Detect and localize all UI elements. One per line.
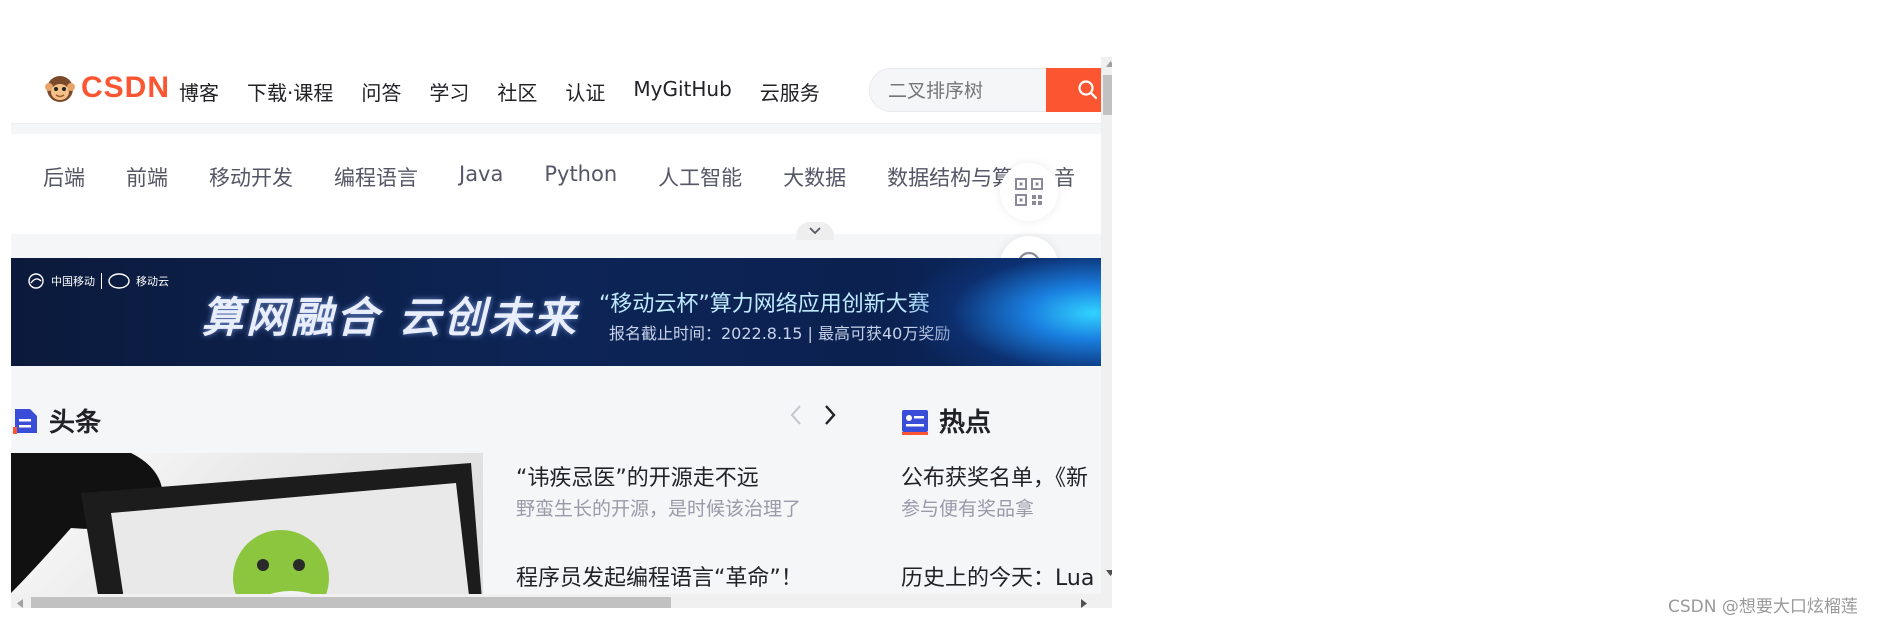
headlines-title: 头条 xyxy=(49,408,102,438)
banner-brand: 中国移动 移动云 xyxy=(27,272,169,290)
horizontal-scrollbar-thumb[interactable] xyxy=(31,597,671,608)
nav-item-blog[interactable]: 博客 xyxy=(179,77,219,106)
scroll-up-arrow-icon[interactable] xyxy=(1106,61,1112,67)
vertical-scrollbar-thumb[interactable] xyxy=(1103,75,1112,115)
headline-item-title[interactable]: 程序员发起编程语言“革命”！ xyxy=(516,560,803,592)
scroll-right-arrow-icon[interactable] xyxy=(1081,599,1087,608)
category-list: 后端 前端 移动开发 编程语言 Java Python 人工智能 大数据 数据结… xyxy=(43,162,1112,192)
headline-item-subtitle: 野蛮生长的开源，是时候该治理了 xyxy=(516,498,802,520)
hot-list-icon xyxy=(902,409,928,435)
search-input[interactable] xyxy=(886,77,1040,105)
category-languages[interactable]: 编程语言 xyxy=(334,162,418,192)
banner-title: “移动云杯”算力网络应用创新大赛 xyxy=(599,292,930,317)
category-backend[interactable]: 后端 xyxy=(43,162,85,192)
5g-logo-icon xyxy=(108,273,130,289)
horizontal-scrollbar[interactable] xyxy=(11,594,1112,608)
headline-item-title[interactable]: “讳疾忌医”的开源走不远 xyxy=(516,460,759,492)
headline-thumbnail[interactable] xyxy=(11,453,483,608)
category-bar: 后端 前端 移动开发 编程语言 Java Python 人工智能 大数据 数据结… xyxy=(11,134,1101,234)
search-button[interactable] xyxy=(1046,68,1101,112)
category-data-structures[interactable]: 数据结构与算 xyxy=(887,162,1013,192)
nav-item-community[interactable]: 社区 xyxy=(497,77,537,106)
nav-item-qa[interactable]: 问答 xyxy=(361,77,401,106)
nav-item-mygithub[interactable]: MyGitHub xyxy=(633,77,731,106)
banner-brand-cmcc: 中国移动 xyxy=(51,275,95,288)
scroll-down-arrow-icon[interactable] xyxy=(1106,570,1112,576)
qr-code-icon xyxy=(1015,178,1043,206)
nav-item-download-course[interactable]: 下载·课程 xyxy=(247,77,333,106)
csdn-logo[interactable]: CSDN xyxy=(43,71,170,105)
document-icon xyxy=(13,408,37,434)
hot-header: 热点 xyxy=(901,402,991,439)
vertical-scrollbar[interactable] xyxy=(1101,57,1112,594)
hot-item-title[interactable]: 公布获奖名单，《新 xyxy=(901,460,1088,492)
category-java[interactable]: Java xyxy=(459,162,503,192)
hot-item-subtitle: 参与便有奖品拿 xyxy=(901,498,1035,520)
banner-brand-cloud: 移动云 xyxy=(136,275,169,288)
nav-item-learn[interactable]: 学习 xyxy=(429,77,469,106)
hot-title: 热点 xyxy=(939,408,992,438)
category-expand-toggle[interactable] xyxy=(796,222,834,240)
category-mobile[interactable]: 移动开发 xyxy=(209,162,293,192)
banner-slogan: 算网融合 云创未来 xyxy=(201,293,579,342)
headlines-pager xyxy=(789,404,837,426)
china-mobile-logo-icon xyxy=(28,273,44,289)
promo-banner[interactable]: 中国移动 移动云 算网融合 云创未来 “移动云杯”算力网络应用创新大赛 报名截止… xyxy=(11,258,1101,366)
banner-subtitle: 报名截止时间：2022.8.15 | 最高可获40万奖励 xyxy=(609,324,951,343)
chevron-left-icon[interactable] xyxy=(789,404,803,426)
chevron-right-icon[interactable] xyxy=(823,404,837,426)
hot-item-title[interactable]: 历史上的今天：Lua xyxy=(901,560,1094,592)
category-frontend[interactable]: 前端 xyxy=(126,162,168,192)
author-watermark: CSDN @想要大口炫榴莲 xyxy=(1668,597,1858,617)
headlines-header: 头条 xyxy=(13,402,101,439)
phone-wechat-image xyxy=(11,453,483,608)
category-python[interactable]: Python xyxy=(544,162,617,192)
banner-brand-divider xyxy=(101,273,102,289)
banner-decoration xyxy=(911,258,1101,366)
qr-code-button[interactable] xyxy=(1000,163,1058,221)
chevron-down-icon xyxy=(809,227,821,235)
monkey-mascot-icon xyxy=(45,76,75,102)
nav-item-cloud[interactable]: 云服务 xyxy=(760,77,820,106)
category-ai[interactable]: 人工智能 xyxy=(658,162,742,192)
browser-viewport: CSDN 博客 下载·课程 问答 学习 社区 认证 MyGitHub 云服务 后… xyxy=(11,57,1112,608)
category-bigdata[interactable]: 大数据 xyxy=(783,162,846,192)
main-nav: 博客 下载·课程 问答 学习 社区 认证 MyGitHub 云服务 xyxy=(179,77,820,106)
top-header: CSDN 博客 下载·课程 问答 学习 社区 认证 MyGitHub 云服务 xyxy=(11,57,1101,124)
scroll-left-arrow-icon[interactable] xyxy=(17,599,23,608)
search-icon xyxy=(1078,80,1098,100)
nav-item-certification[interactable]: 认证 xyxy=(565,77,605,106)
logo-text: CSDN xyxy=(81,71,171,104)
